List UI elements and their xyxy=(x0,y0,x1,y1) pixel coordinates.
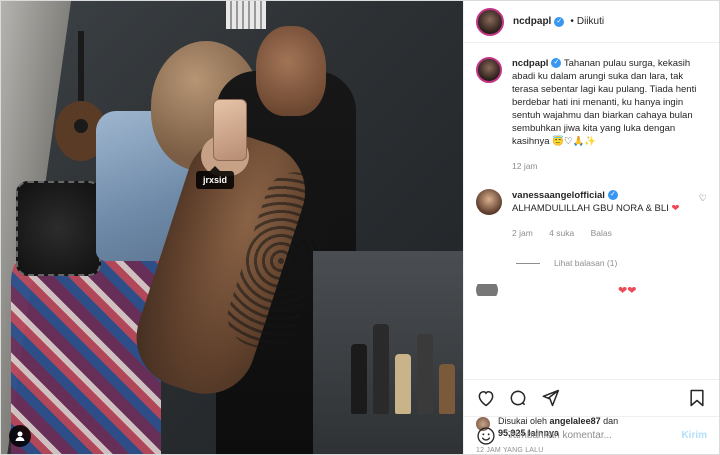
bottle xyxy=(373,324,389,414)
ceiling-lamp xyxy=(226,1,266,29)
post-sidebar: ncdpapl ✓ • Diikuti ncdpapl ✓ Tahanan pul… xyxy=(463,1,719,454)
comment-item: vanessaangelofficial ✓ ALHAMDULILLAH GBU … xyxy=(476,189,707,240)
reply-divider xyxy=(516,262,540,264)
comment-input[interactable] xyxy=(508,430,682,441)
user-tag-icon xyxy=(15,431,25,441)
verified-badge-icon: ✓ xyxy=(607,190,618,201)
view-replies-button[interactable]: Lihat balasan (1) xyxy=(516,258,707,268)
verified-badge-icon: ✓ xyxy=(551,58,562,69)
follow-status-button[interactable]: Diikuti xyxy=(577,16,604,27)
view-replies-label: Lihat balasan (1) xyxy=(554,258,618,268)
caption-username[interactable]: ncdpapl xyxy=(512,58,548,69)
caption-text: Tahanan pulau surga, kekasih abadi ku da… xyxy=(512,58,697,147)
phone xyxy=(213,99,247,161)
post-header: ncdpapl ✓ • Diikuti xyxy=(464,1,719,43)
avatar[interactable] xyxy=(476,57,502,83)
user-tag-button[interactable] xyxy=(9,425,31,447)
reply-button[interactable]: Balas xyxy=(591,228,612,238)
man-head xyxy=(256,26,326,116)
bottle xyxy=(439,364,455,414)
user-tag-label[interactable]: jrxsid xyxy=(196,166,235,189)
heart-icon[interactable] xyxy=(476,388,496,408)
instagram-post: jrxsid ncdpapl ✓ • Diikuti ncdpapl ✓ Taha… xyxy=(0,0,720,455)
bottle xyxy=(417,334,433,414)
header-username[interactable]: ncdpapl xyxy=(513,16,551,27)
comment-meta: 2 jam 4 suka Balas xyxy=(512,227,679,240)
share-icon[interactable] xyxy=(540,388,560,408)
post-comment-button[interactable]: Kirim xyxy=(681,430,707,441)
verified-badge-icon: ✓ xyxy=(554,16,565,27)
comment-like-heart-icon[interactable]: ♡ xyxy=(699,193,707,204)
avatar[interactable] xyxy=(476,284,498,296)
bottle xyxy=(395,354,411,414)
avatar[interactable] xyxy=(476,189,502,215)
comment-username[interactable]: vanessaangelofficial xyxy=(512,190,605,201)
comment-text: ALHAMDULILLAH GBU NORA & BLI xyxy=(512,203,669,214)
separator-dot: • xyxy=(570,16,574,27)
caption-body: ncdpapl ✓ Tahanan pulau surga, kekasih ab… xyxy=(512,57,707,173)
bookmark-icon[interactable] xyxy=(687,388,707,408)
caption-meta: 12 jam xyxy=(512,160,707,173)
caption-time[interactable]: 12 jam xyxy=(512,161,538,171)
comment-icon[interactable] xyxy=(508,388,528,408)
caption-emojis: 😇♡🙏✨ xyxy=(552,136,597,147)
comment-likes[interactable]: 4 suka xyxy=(549,228,574,238)
comments-section: ncdpapl ✓ Tahanan pulau surga, kekasih ab… xyxy=(464,43,719,379)
red-heart-emoji: ❤ xyxy=(671,203,680,214)
comment-time[interactable]: 2 jam xyxy=(512,228,533,238)
studded-bag xyxy=(16,181,101,276)
action-bar xyxy=(464,379,719,415)
emoji-icon[interactable] xyxy=(476,426,496,446)
next-comment-partial: ❤❤ xyxy=(476,284,707,296)
comment-body: vanessaangelofficial ✓ ALHAMDULILLAH GBU … xyxy=(512,189,679,240)
add-comment-bar: Kirim xyxy=(464,416,719,454)
red-heart-emoji: ❤❤ xyxy=(618,284,637,297)
post-photo[interactable]: jrxsid xyxy=(1,1,463,454)
bottle xyxy=(351,344,367,414)
caption: ncdpapl ✓ Tahanan pulau surga, kekasih ab… xyxy=(476,57,707,173)
avatar[interactable] xyxy=(476,7,504,36)
